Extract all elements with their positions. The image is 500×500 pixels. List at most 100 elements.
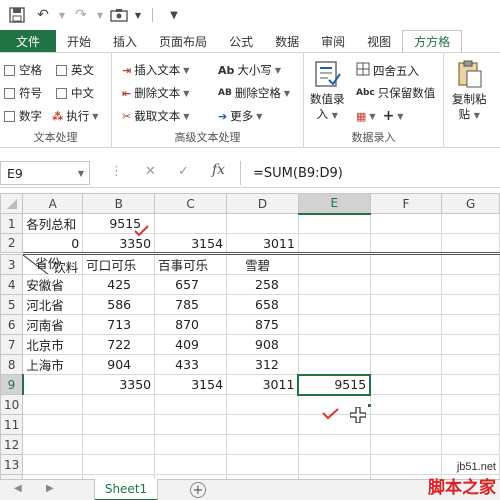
cell-g1[interactable] — [441, 213, 500, 234]
cell-c3[interactable]: 百事可乐 — [154, 253, 228, 275]
cell-a8[interactable]: 上海市 — [22, 354, 84, 375]
column-header-f[interactable]: F — [369, 193, 443, 214]
cell-b8[interactable]: 904 — [82, 354, 156, 375]
tab-review[interactable]: 审阅 — [310, 30, 356, 52]
row-header[interactable]: 9 — [0, 374, 24, 395]
row-header[interactable]: 5 — [0, 294, 24, 315]
cell-f9[interactable] — [369, 374, 443, 395]
row-header[interactable]: 3 — [0, 253, 24, 275]
cell-e9-selected[interactable]: 9515 — [297, 373, 372, 396]
redo-icon[interactable]: ↷ — [70, 4, 92, 26]
insert-text-button[interactable]: ⇥ 插入文本 ▼ — [122, 62, 189, 78]
column-header-e[interactable]: E — [297, 193, 371, 215]
add-sheet-button[interactable]: + — [190, 482, 206, 498]
cell[interactable] — [154, 454, 228, 475]
cell-a9[interactable] — [22, 374, 84, 395]
cell-e5[interactable] — [297, 294, 371, 315]
row-header[interactable]: 8 — [0, 354, 24, 375]
checkbox-chinese[interactable]: 中文 — [56, 85, 94, 101]
cell-g8[interactable] — [441, 354, 500, 375]
cell-b6[interactable]: 713 — [82, 314, 156, 335]
cell-d2[interactable]: 3011 — [226, 233, 299, 255]
cell-e2[interactable] — [297, 233, 371, 255]
tab-home[interactable]: 开始 — [56, 30, 102, 52]
cell[interactable] — [154, 434, 228, 455]
cell[interactable] — [22, 454, 84, 475]
cell[interactable] — [154, 414, 228, 435]
tab-data[interactable]: 数据 — [264, 30, 310, 52]
cell-a4[interactable]: 安徽省 — [22, 274, 84, 295]
cell-f6[interactable] — [369, 314, 443, 335]
cell[interactable] — [369, 434, 443, 455]
checkbox-number[interactable]: 数字 — [4, 108, 42, 124]
customize-icon[interactable]: ▼ — [163, 4, 185, 26]
tab-view[interactable]: 视图 — [356, 30, 402, 52]
row-header[interactable]: 1 — [0, 213, 24, 234]
cell-g7[interactable] — [441, 334, 500, 355]
save-icon[interactable] — [6, 4, 28, 26]
chevron-down-icon[interactable]: ▼ — [134, 4, 142, 26]
data-entry-button[interactable]: 数值录 入 ▼ — [310, 59, 345, 123]
cell[interactable] — [369, 414, 443, 435]
cell-g3[interactable] — [441, 253, 500, 275]
tab-insert[interactable]: 插入 — [102, 30, 148, 52]
fill-handle[interactable] — [367, 403, 372, 408]
row-header[interactable]: 2 — [0, 233, 24, 255]
column-header-a[interactable]: A — [22, 193, 84, 214]
cell-d8[interactable]: 312 — [226, 354, 299, 375]
name-box[interactable]: E9 ▼ — [0, 161, 90, 185]
cell-c7[interactable]: 409 — [154, 334, 228, 355]
cell[interactable] — [226, 434, 299, 455]
case-button[interactable]: Ab 大小写 ▼ — [218, 62, 281, 78]
column-header-c[interactable]: C — [154, 193, 228, 214]
row-header[interactable]: 13 — [0, 454, 24, 475]
cell-b7[interactable]: 722 — [82, 334, 156, 355]
cell-g2[interactable] — [441, 233, 500, 255]
checkbox-english[interactable]: 英文 — [56, 62, 94, 78]
cell[interactable] — [22, 394, 84, 415]
cell-d4[interactable]: 258 — [226, 274, 299, 295]
tab-file[interactable]: 文件 — [0, 30, 57, 52]
cell-e1[interactable] — [297, 213, 371, 234]
row-header[interactable]: 6 — [0, 314, 24, 335]
checkbox-space[interactable]: 空格 — [4, 62, 42, 78]
sheet-tab-sheet1[interactable]: Sheet1 — [94, 479, 158, 500]
prev-sheet-icon[interactable]: ◀ — [14, 483, 22, 494]
delete-text-button[interactable]: ⇤ 删除文本 ▼ — [122, 85, 189, 101]
keep-value-button[interactable]: Abc 只保留数值 — [356, 85, 435, 101]
cell[interactable] — [441, 434, 500, 455]
chevron-down-icon[interactable]: ▼ — [96, 4, 104, 26]
tab-page-layout[interactable]: 页面布局 — [148, 30, 218, 52]
cell[interactable] — [82, 434, 156, 455]
cell[interactable] — [226, 394, 299, 415]
cell-b5[interactable]: 586 — [82, 294, 156, 315]
cell-c2[interactable]: 3154 — [154, 233, 228, 255]
cell[interactable] — [297, 434, 371, 455]
copy-paste-button[interactable]: 复制粘 贴 ▼ — [452, 59, 487, 123]
extract-text-button[interactable]: ✂ 截取文本 ▼ — [122, 108, 189, 124]
cell[interactable] — [441, 394, 500, 415]
enter-icon[interactable]: ✓ — [178, 164, 189, 179]
cell-g5[interactable] — [441, 294, 500, 315]
cell-d7[interactable]: 908 — [226, 334, 299, 355]
cell-g4[interactable] — [441, 274, 500, 295]
cell-e3[interactable] — [297, 253, 371, 275]
cell-a2[interactable]: 0 — [22, 233, 84, 255]
cell-d3[interactable]: 雪碧 — [226, 253, 299, 275]
row-header[interactable]: 12 — [0, 434, 24, 455]
cell-a6[interactable]: 河南省 — [22, 314, 84, 335]
cell-d9[interactable]: 3011 — [226, 374, 299, 395]
column-header-d[interactable]: D — [226, 193, 299, 214]
cell-f2[interactable] — [369, 233, 443, 255]
cell[interactable] — [369, 394, 443, 415]
cell-d6[interactable]: 875 — [226, 314, 299, 335]
row-header[interactable]: 4 — [0, 274, 24, 295]
cell-c5[interactable]: 785 — [154, 294, 228, 315]
cell-a3-diagonal-header[interactable]: 饮料 省份 — [22, 253, 84, 275]
cell-c4[interactable]: 657 — [154, 274, 228, 295]
cell-e4[interactable] — [297, 274, 371, 295]
cell-a5[interactable]: 河北省 — [22, 294, 84, 315]
tab-formulas[interactable]: 公式 — [218, 30, 264, 52]
row-header[interactable]: 10 — [0, 394, 24, 415]
cell-d1[interactable] — [226, 213, 299, 234]
